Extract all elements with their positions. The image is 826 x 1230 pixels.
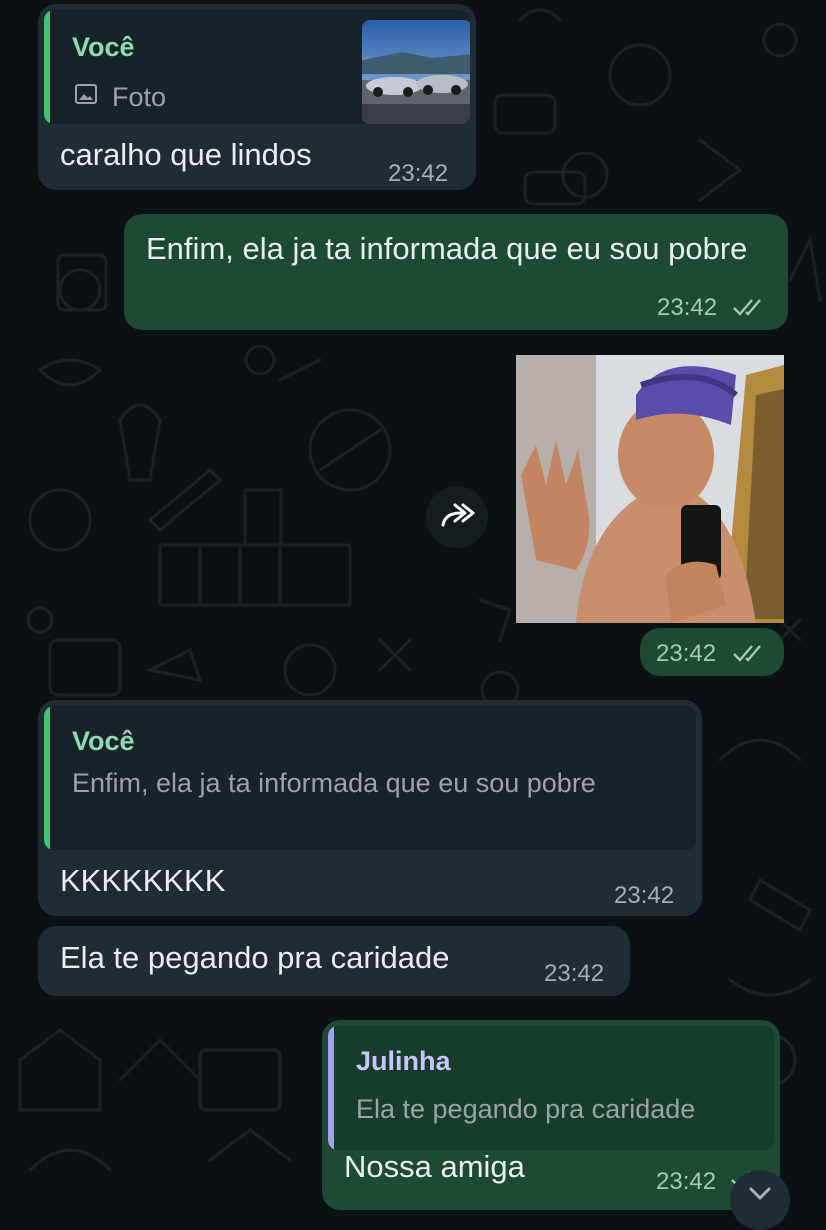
message-bubble-incoming[interactable]: Você Enfim, ela ja ta informada que eu s… — [38, 700, 702, 916]
double-check-icon — [732, 642, 768, 669]
reply-quote[interactable]: Julinha Ela te pegando pra caridade — [328, 1026, 774, 1150]
chevron-down-icon — [748, 1186, 772, 1207]
message-text: Nossa amiga — [344, 1149, 525, 1184]
message-text: KKKKKKKK — [60, 863, 226, 898]
message-bubble-incoming[interactable]: Ela te pegando pra caridade 23:42 — [38, 926, 630, 996]
reply-quote[interactable]: Você Foto — [44, 10, 470, 124]
quote-text: Ela te pegando pra caridade — [356, 1094, 696, 1124]
photo-time-badge: 23:42 — [640, 628, 784, 676]
double-check-icon — [732, 296, 768, 323]
quote-bar — [328, 1026, 334, 1150]
message-time: 23:42 — [657, 294, 718, 321]
message-time: 23:42 — [388, 160, 449, 187]
quote-text: Foto — [112, 82, 167, 112]
scroll-down-button[interactable] — [730, 1170, 790, 1230]
reply-quote[interactable]: Você Enfim, ela ja ta informada que eu s… — [44, 706, 696, 850]
selfie-photo[interactable] — [516, 355, 784, 623]
message-bubble-outgoing[interactable]: Julinha Ela te pegando pra caridade Noss… — [322, 1020, 780, 1210]
cars-by-sea-photo[interactable] — [362, 20, 470, 124]
quote-author: Você — [72, 32, 135, 62]
quote-bar — [44, 706, 50, 850]
message-time: 23:42 — [544, 960, 605, 987]
message-bubble-incoming[interactable]: Você Foto caralho que lindos 23:42 — [38, 4, 476, 190]
forward-icon — [439, 501, 475, 538]
message-time: 23:42 — [614, 882, 675, 909]
quote-bar — [44, 10, 50, 124]
quote-author: Julinha — [356, 1046, 451, 1076]
message-time: 23:42 — [656, 1168, 717, 1195]
image-icon — [74, 82, 98, 111]
message-text: Ela te pegando pra caridade — [60, 940, 450, 975]
message-text: caralho que lindos — [60, 137, 312, 172]
quote-text: Enfim, ela ja ta informada que eu sou po… — [72, 768, 596, 798]
message-bubble-outgoing[interactable]: Enfim, ela ja ta informada que eu sou po… — [124, 214, 788, 330]
message-time: 23:42 — [656, 640, 717, 667]
forward-button[interactable] — [426, 486, 488, 548]
quote-author: Você — [72, 726, 135, 756]
message-text: Enfim, ela ja ta informada que eu sou po… — [146, 231, 748, 266]
